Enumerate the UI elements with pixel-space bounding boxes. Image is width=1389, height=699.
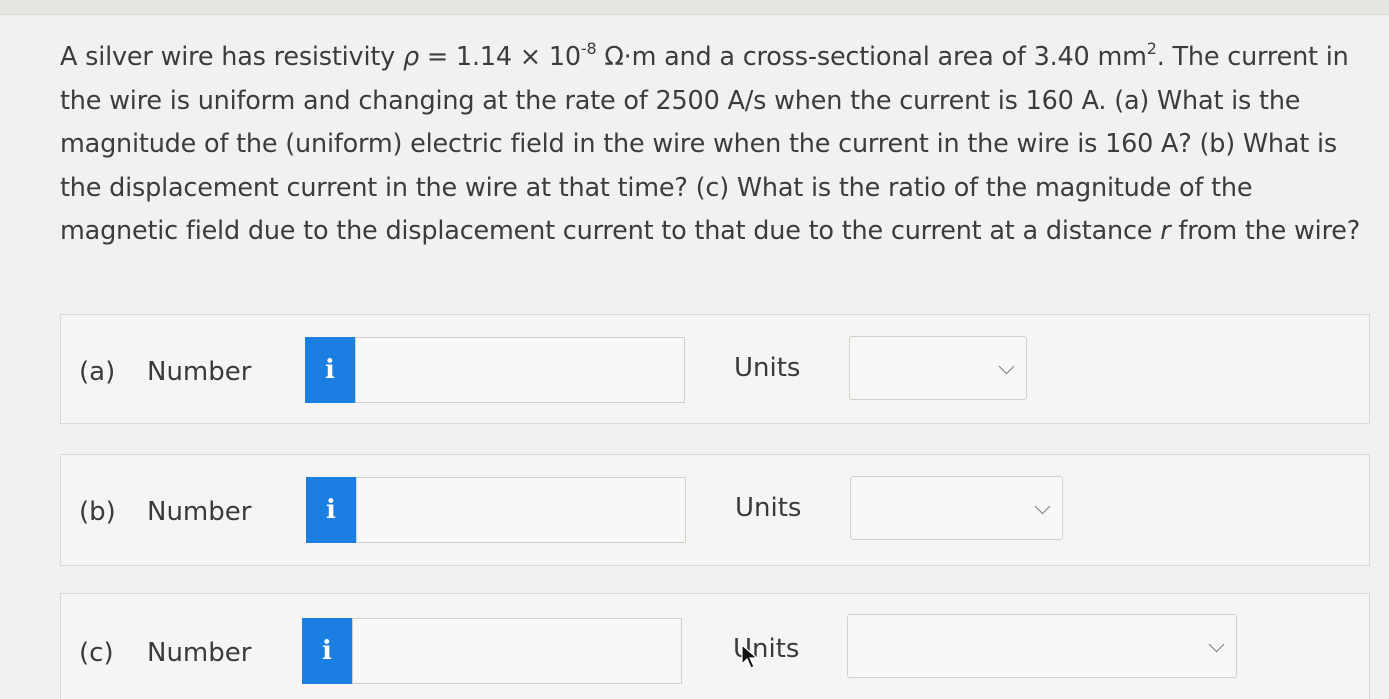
chevron-down-icon (1034, 498, 1051, 515)
units-label-a: Units (734, 353, 801, 383)
units-select-b[interactable] (850, 476, 1063, 540)
number-input-c[interactable] (352, 618, 682, 684)
answer-row-c: (c) Number i Units (60, 593, 1370, 699)
info-icon[interactable]: i (302, 618, 352, 684)
units-select-a[interactable] (849, 336, 1027, 400)
number-input-a[interactable] (355, 337, 685, 403)
part-label-b: (b) (79, 497, 116, 527)
info-icon[interactable]: i (305, 337, 355, 403)
number-input-b[interactable] (356, 477, 686, 543)
units-select-c[interactable] (847, 614, 1237, 678)
number-label-b: Number (147, 497, 252, 527)
info-icon[interactable]: i (306, 477, 356, 543)
answer-row-b: (b) Number i Units (60, 454, 1370, 566)
answer-row-a: (a) Number i Units (60, 314, 1370, 424)
number-label-c: Number (147, 638, 252, 668)
chevron-down-icon (1208, 636, 1225, 653)
chevron-down-icon (998, 358, 1015, 375)
header-strip (0, 0, 1389, 15)
part-label-c: (c) (79, 638, 114, 668)
question-text: A silver wire has resistivity ρ = 1.14 ×… (60, 38, 1361, 246)
units-label-b: Units (735, 493, 802, 523)
mouse-pointer-icon (741, 643, 759, 669)
number-label-a: Number (147, 357, 252, 387)
part-label-a: (a) (79, 357, 116, 387)
